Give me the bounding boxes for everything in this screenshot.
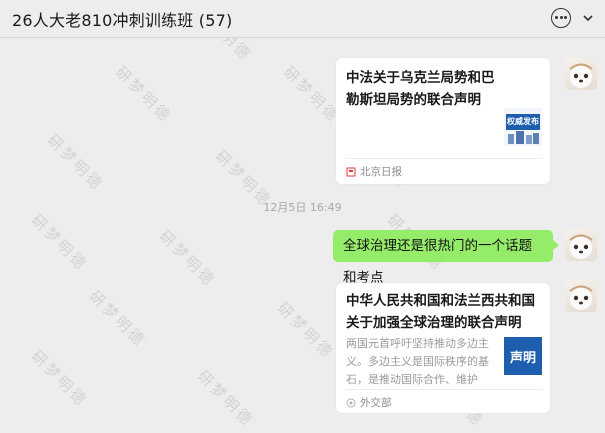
watermark-text: 研梦明德 <box>111 63 176 127</box>
source-icon <box>346 167 356 177</box>
source-name: 外交部 <box>360 397 392 409</box>
article-thumbnail: 权威发布 <box>504 108 542 146</box>
message-timestamp: 12月5日 16:49 <box>263 201 342 214</box>
card-divider <box>346 389 542 390</box>
article-title: 中法关于乌克兰局势和巴勒斯坦局势的联合声明 <box>346 70 495 108</box>
more-dots-icon[interactable] <box>551 8 571 28</box>
watermark-text: 研梦明德 <box>27 211 92 275</box>
article-card[interactable]: 中华人民共和国和法兰西共和国关于加强全球治理的联合声明 两国元首呼吁坚持推动多边… <box>336 283 550 413</box>
watermark-text: 研梦明德 <box>43 131 108 195</box>
watermark-text: 研梦明德 <box>27 347 92 411</box>
watermark-text: 研梦明德 <box>85 287 150 351</box>
article-thumbnail: 声明 <box>504 337 542 375</box>
watermark-text: 研梦明德 <box>155 227 220 291</box>
header-actions <box>551 8 595 28</box>
watermark-text: 研梦明德 <box>273 299 338 363</box>
article-title: 中华人民共和国和法兰西共和国关于加强全球治理的联合声明 <box>346 293 535 331</box>
avatar[interactable] <box>565 58 597 90</box>
article-card[interactable]: 中法关于乌克兰局势和巴勒斯坦局势的联合声明 权威发布 北京日报 <box>336 58 550 184</box>
chevron-down-icon[interactable] <box>581 11 595 25</box>
chat-title: 26人大老810冲刺训练班 (57) <box>12 11 233 30</box>
article-description: 两国元首呼吁坚持推动多边主义。多边主义是国际秩序的基石，是推动国际合作、维护世.… <box>346 337 489 386</box>
source-icon <box>346 398 356 408</box>
avatar[interactable] <box>565 229 597 261</box>
thumbnail-text: 权威发布 <box>507 117 539 126</box>
card-divider <box>346 158 542 159</box>
text-message-bubble[interactable]: 全球治理还是很热门的一个话题和考点 <box>333 230 559 286</box>
chat-header: 26人大老810冲刺训练班 (57) <box>0 0 605 38</box>
message-text: 全球治理还是很热门的一个话题和考点 <box>343 238 532 286</box>
source-name: 北京日报 <box>360 166 402 178</box>
article-source: 外交部 <box>346 395 392 410</box>
thumbnail-text: 声明 <box>509 351 536 366</box>
article-source: 北京日报 <box>346 164 402 179</box>
watermark-text: 研梦明德 <box>193 367 258 431</box>
avatar[interactable] <box>565 280 597 312</box>
